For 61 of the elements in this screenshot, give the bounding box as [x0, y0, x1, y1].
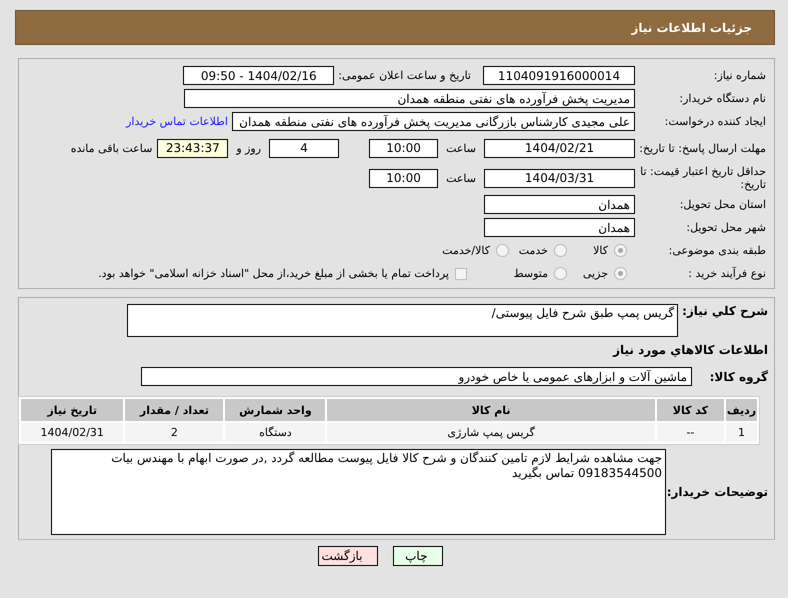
days-field: 4 [269, 138, 340, 158]
description-field: گریس پمپ طبق شرح فایل پیوستی/ [127, 304, 678, 337]
province-field: همدان [484, 195, 635, 214]
column-header: تاریخ نیاز [21, 399, 124, 421]
field-label: ساعت [446, 142, 476, 154]
buyer-notes-field: جهت مشاهده شرایط لازم تامین کنندگان و شرح کالا فایل پیوست مطالعه گردد ,در صورت ابهام با مهندس بیات 09183544500 تماس بگیرید [51, 449, 666, 535]
radio-button[interactable] [614, 244, 627, 257]
field-label: نوع فرآیند خرید : [687, 267, 767, 280]
column-header: تعداد / مقدار [125, 399, 224, 421]
field-label: ایجاد کننده درخواست: [664, 115, 767, 128]
table-cell: دستگاه [225, 423, 326, 442]
field-label: ساعت [446, 172, 476, 184]
reply-date-field: 1404/02/21 [484, 138, 635, 158]
field-label: شماره نیاز: [712, 69, 767, 82]
field-label: روز و [236, 142, 262, 154]
option-label: کالا/خدمت [442, 244, 490, 257]
reply-time-field: 10:00 [369, 138, 438, 158]
validity-time-field: 10:00 [369, 168, 438, 188]
radio-button[interactable] [496, 244, 509, 257]
back-button[interactable]: بازگشت [318, 546, 378, 566]
header-bar: جزئیات اطلاعات نیاز [15, 10, 775, 45]
section-title: اطلاعات کالاهاي مورد نیاز [612, 343, 768, 357]
column-header: واحد شمارش [225, 399, 326, 421]
field-label: گروه کالا: [708, 370, 769, 384]
city-field: همدان [484, 218, 635, 237]
option-label: خدمت [518, 244, 548, 257]
need-number-field: 1104091916000014 [483, 66, 635, 85]
option-label: کالا [593, 244, 608, 257]
table-cell: 1404/02/31 [21, 423, 124, 442]
contact-link[interactable]: اطلاعات تماس خریدار [126, 115, 228, 128]
field-label: استان محل تحویل: [678, 198, 767, 211]
buyer-org-field: مدیریت پخش فرآورده های نفتی منطقه همدان [184, 89, 635, 108]
table-cell: 1 [726, 423, 757, 442]
field-label: توضیحات خریدار: [666, 485, 769, 499]
announce-date-field: 1404/02/16 - 09:50 [183, 66, 334, 85]
validity-date-field: 1404/03/31 [484, 168, 635, 188]
field-label: شرح کلي نیاز: [682, 304, 769, 318]
option-label: متوسط [513, 267, 548, 280]
column-header: ردیف [726, 399, 757, 421]
field-label: تاریخ و ساعت اعلان عمومی: [338, 69, 471, 82]
field-label: ساعت باقی مانده [70, 142, 152, 154]
table-cell: -- [656, 423, 724, 442]
table-cell: گریس پمپ شارژی [327, 423, 655, 442]
print-button[interactable]: چاپ [392, 546, 442, 566]
field-label: نام دستگاه خریدار: [678, 92, 767, 105]
payment-note: پرداخت تمام یا بخشی از مبلغ خرید،از محل "اسناد خزانه اسلامی" خواهد بود. [98, 267, 449, 280]
field-label: شهر محل تحویل: [685, 221, 767, 234]
field-label: مهلت ارسال پاسخ: تا تاریخ: [638, 142, 767, 154]
column-header: نام کالا [327, 399, 655, 421]
field-label: حداقل تاریخ اعتبار قیمت: تا تاریخ: [639, 165, 767, 191]
requester-field: علی مجیدی کارشناس بازرگانی مدیریت پخش فرآورده های نفتی منطقه همدان [232, 112, 635, 131]
remaining-time-field: 23:43:37 [157, 138, 228, 158]
radio-button[interactable] [614, 267, 627, 280]
field-label: طبقه بندی موضوعی: [668, 244, 767, 257]
radio-button[interactable] [554, 267, 567, 280]
goods-group-field: ماشین آلات و ابزارهای عمومی یا خاص خودرو [141, 367, 692, 386]
radio-button[interactable] [554, 244, 567, 257]
payment-checkbox[interactable] [455, 268, 467, 280]
column-header: کد کالا [656, 399, 724, 421]
table-cell: 2 [125, 423, 224, 442]
option-label: جزیی [582, 267, 608, 280]
